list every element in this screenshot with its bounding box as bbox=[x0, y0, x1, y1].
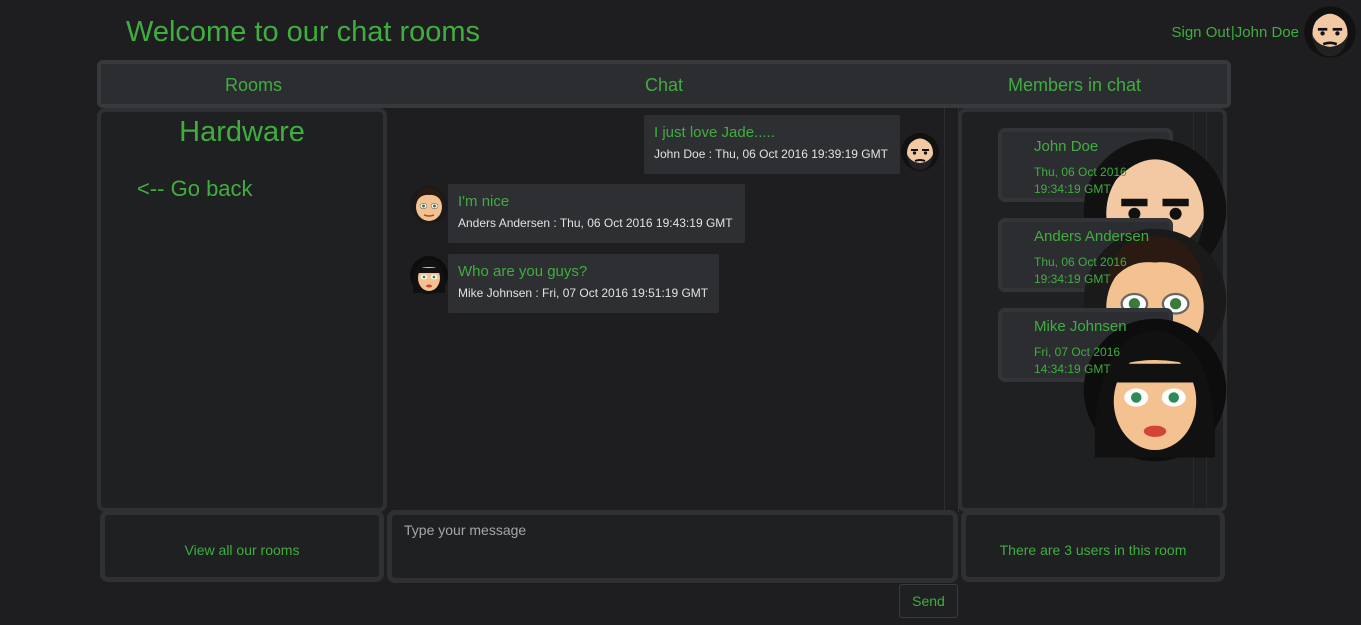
member-joined: Thu, 06 Oct 2016 19:34:19 GMT bbox=[1034, 164, 1144, 198]
message-meta: Anders Andersen : Thu, 06 Oct 2016 19:43… bbox=[458, 216, 733, 230]
man-avatar-icon bbox=[1005, 225, 1035, 255]
message-meta: Mike Johnsen : Fri, 07 Oct 2016 19:51:19… bbox=[458, 286, 709, 300]
chat-message: I'm nice Anders Andersen : Thu, 06 Oct 2… bbox=[448, 184, 745, 243]
rooms-panel: Hardware <-- Go back bbox=[97, 108, 387, 512]
man-avatar-icon bbox=[409, 185, 449, 225]
send-button[interactable]: Send bbox=[899, 584, 958, 618]
member-date: Fri, 07 Oct 2016 bbox=[1034, 345, 1121, 359]
member-card: John Doe Thu, 06 Oct 2016 19:34:19 GMT bbox=[998, 128, 1173, 202]
member-name: Anders Andersen bbox=[1034, 228, 1150, 245]
members-header: Members in chat bbox=[1008, 75, 1142, 95]
member-date: Thu, 06 Oct 2016 bbox=[1034, 255, 1127, 269]
page-title: Welcome to our chat rooms bbox=[126, 16, 481, 48]
view-all-rooms-label: View all our rooms bbox=[184, 542, 300, 558]
chat-scrollbar[interactable] bbox=[944, 108, 945, 512]
members-count-box: There are 3 users in this room bbox=[961, 510, 1225, 582]
view-all-rooms-link[interactable]: View all our rooms bbox=[100, 510, 384, 582]
member-joined: Thu, 06 Oct 2016 19:34:19 GMT bbox=[1034, 254, 1144, 288]
user-bar: Sign Out | John Doe bbox=[1172, 2, 1358, 62]
room-name: Hardware bbox=[179, 116, 305, 148]
rooms-header: Rooms bbox=[225, 75, 283, 95]
member-joined: Fri, 07 Oct 2016 14:34:19 GMT bbox=[1034, 344, 1144, 378]
member-date: Thu, 06 Oct 2016 bbox=[1034, 165, 1127, 179]
bearded-man-avatar-icon bbox=[900, 132, 940, 172]
current-username: John Doe bbox=[1234, 23, 1299, 41]
member-time: 19:34:19 GMT bbox=[1034, 182, 1111, 196]
message-text: I'm nice bbox=[458, 193, 510, 210]
member-card: Anders Andersen Thu, 06 Oct 2016 19:34:1… bbox=[998, 218, 1173, 292]
members-count-label: There are 3 users in this room bbox=[999, 542, 1187, 558]
woman-avatar-icon bbox=[1005, 315, 1035, 345]
woman-avatar-icon bbox=[409, 255, 449, 295]
message-meta: John Doe : Thu, 06 Oct 2016 19:39:19 GMT bbox=[654, 147, 888, 161]
bearded-man-avatar-icon bbox=[1303, 5, 1357, 59]
message-input-container bbox=[387, 510, 958, 583]
chat-header: Chat bbox=[645, 75, 684, 95]
message-text: Who are you guys? bbox=[458, 263, 588, 280]
chat-message: Who are you guys? Mike Johnsen : Fri, 07… bbox=[448, 254, 719, 313]
member-card: Mike Johnsen Fri, 07 Oct 2016 14:34:19 G… bbox=[998, 308, 1173, 382]
chat-message: I just love Jade..... John Doe : Thu, 06… bbox=[644, 115, 900, 174]
member-name: John Doe bbox=[1034, 138, 1099, 155]
member-time: 14:34:19 GMT bbox=[1034, 362, 1111, 376]
member-time: 19:34:19 GMT bbox=[1034, 272, 1111, 286]
member-name: Mike Johnsen bbox=[1034, 318, 1127, 335]
sign-out-link[interactable]: Sign Out bbox=[1172, 24, 1230, 41]
message-text: I just love Jade..... bbox=[654, 124, 775, 141]
bearded-man-avatar-icon bbox=[1005, 135, 1035, 165]
go-back-link[interactable]: <-- Go back bbox=[137, 176, 253, 202]
message-input[interactable] bbox=[392, 515, 953, 578]
section-header-bar: Rooms Chat Members in chat bbox=[97, 60, 1231, 108]
